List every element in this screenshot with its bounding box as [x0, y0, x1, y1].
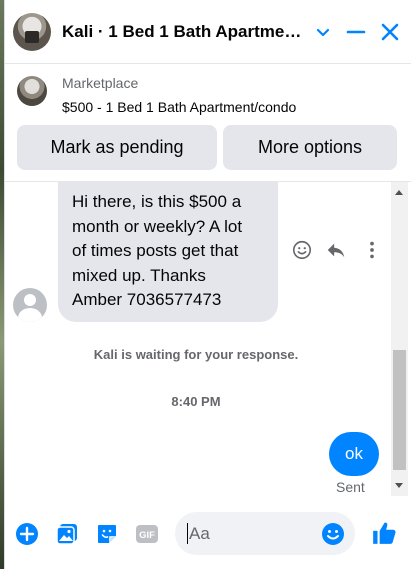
marketplace-label: Marketplace — [62, 75, 139, 91]
plus-icon[interactable] — [15, 522, 39, 546]
close-icon[interactable] — [378, 20, 402, 44]
message-line: Amber 7036577473 — [72, 290, 222, 310]
listing-title[interactable]: $500 - 1 Bed 1 Bath Apartment/condo — [62, 99, 296, 115]
message-line: of times posts get that — [72, 241, 239, 261]
waiting-notice: Kali is waiting for your response. — [93, 347, 299, 362]
composer: GIF Aa — [5, 500, 411, 569]
avatar[interactable] — [13, 13, 51, 51]
like-icon[interactable] — [371, 520, 397, 546]
chat-title[interactable]: Kali · 1 Bed 1 Bath Apartment/condo — [62, 22, 307, 42]
chat-window: Kali · 1 Bed 1 Bath Apartment/condo Mark… — [4, 0, 411, 569]
scrollbar-thumb[interactable] — [393, 350, 406, 470]
chat-header: Kali · 1 Bed 1 Bath Apartment/condo — [5, 0, 411, 64]
message-list: Hi there, is this $500 a month or weekly… — [5, 182, 411, 500]
sender-avatar[interactable] — [13, 288, 47, 322]
photo-icon[interactable] — [55, 522, 79, 546]
sticker-icon[interactable] — [95, 522, 119, 546]
listing-thumbnail[interactable] — [17, 76, 47, 106]
minimize-icon[interactable] — [344, 20, 368, 44]
sent-status: Sent — [336, 479, 365, 495]
scrollbar[interactable] — [391, 182, 408, 496]
reply-icon[interactable] — [325, 239, 347, 261]
message-input-placeholder: Aa — [189, 524, 210, 543]
marketplace-panel: Marketplace $500 - 1 Bed 1 Bath Apartmen… — [5, 64, 411, 182]
message-input[interactable]: Aa — [175, 512, 355, 555]
scroll-down-arrow-icon[interactable] — [395, 483, 403, 488]
emoji-icon[interactable] — [321, 522, 345, 546]
timestamp: 8:40 PM — [171, 394, 221, 409]
gif-icon[interactable]: GIF — [135, 522, 159, 546]
text-caret — [187, 523, 188, 544]
incoming-message[interactable]: Hi there, is this $500 a month or weekly… — [58, 182, 278, 322]
more-vertical-icon[interactable] — [361, 239, 383, 261]
message-line: month or weekly? A lot — [72, 216, 243, 236]
chevron-down-icon[interactable] — [311, 20, 335, 44]
outgoing-message[interactable]: ok — [329, 432, 379, 476]
svg-text:GIF: GIF — [139, 530, 155, 541]
more-options-button[interactable]: More options — [223, 125, 397, 170]
scroll-up-arrow-icon[interactable] — [395, 190, 403, 195]
react-smiley-icon[interactable] — [291, 239, 313, 261]
message-line: Hi there, is this $500 a — [72, 192, 242, 211]
message-line: mixed up. Thanks — [72, 265, 206, 285]
mark-as-pending-button[interactable]: Mark as pending — [17, 125, 217, 170]
